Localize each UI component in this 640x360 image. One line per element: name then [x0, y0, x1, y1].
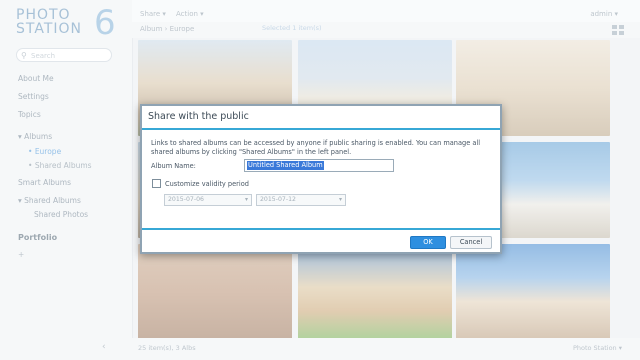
- start-date-select[interactable]: 2015-07-06 ▾: [164, 194, 252, 206]
- dialog-description: Links to shared albums can be accessed b…: [151, 139, 481, 156]
- chevron-down-icon: ▾: [338, 196, 342, 203]
- chevron-down-icon: ▾: [244, 196, 248, 203]
- start-date-value: 2015-07-06: [168, 196, 204, 203]
- dialog-divider-bottom: [142, 228, 500, 230]
- cancel-button[interactable]: Cancel: [450, 236, 492, 249]
- album-name-label: Album Name:: [151, 162, 196, 170]
- ok-button[interactable]: OK: [410, 236, 446, 249]
- dialog-divider-top: [142, 128, 500, 130]
- customize-validity-checkbox[interactable]: [152, 179, 161, 188]
- album-name-value[interactable]: Untitled Shared Album: [247, 161, 324, 170]
- dialog-title: Share with the public: [148, 111, 249, 122]
- share-public-dialog: Share with the public Links to shared al…: [140, 104, 502, 254]
- customize-validity-label[interactable]: Customize validity period: [165, 180, 249, 188]
- end-date-value: 2015-07-12: [260, 196, 296, 203]
- end-date-select[interactable]: 2015-07-12 ▾: [256, 194, 346, 206]
